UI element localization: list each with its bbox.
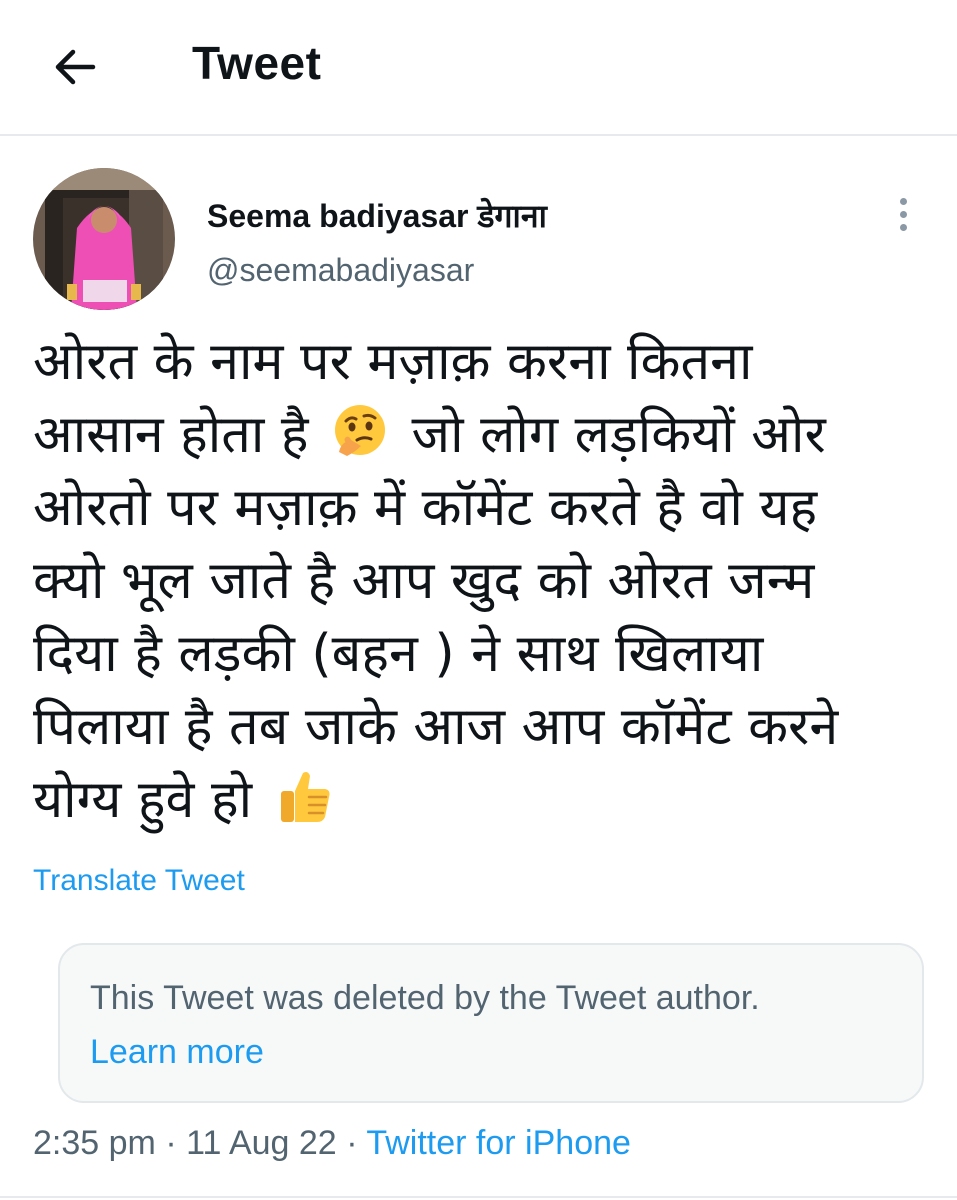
translate-tweet-link[interactable]: Translate Tweet [33,864,245,898]
deleted-quoted-tweet: This Tweet was deleted by the Tweet auth… [58,943,924,1103]
author-display-name[interactable]: Seema badiyasar डेगाना [207,194,547,237]
tweet-text-line: आसान होता है जो लोग लड़कियों ओर [33,399,933,472]
tweet-text-line: पिलाया है तब जाके आज आप कॉमेंट करने [33,697,839,757]
tweet-date[interactable]: 11 Aug 22 [186,1124,337,1162]
thumbs-up-emoji [280,772,330,822]
back-button[interactable] [44,36,106,98]
tweet-text-line: ओरत के नाम पर मज़ाक़ करना कितना [33,332,753,392]
tweet-source-link[interactable]: Twitter for iPhone [366,1124,631,1162]
top-bar: Tweet [0,0,957,136]
more-options-button[interactable] [880,186,926,242]
meta-separator: · [165,1124,177,1162]
avatar[interactable] [33,168,175,310]
tweet-text-line: ओरतो पर मज़ाक़ में कॉमेंट करते है वो यह [33,478,818,538]
tweet-metadata: 2:35 pm · 11 Aug 22 · Twitter for iPhone [33,1124,631,1163]
tweet-text-line: क्यो भूल जाते है आप खुद को ओरत जन्म [33,551,815,611]
thinking-face-emoji [335,405,386,456]
learn-more-link[interactable]: Learn more [90,1033,264,1072]
page-title: Tweet [192,37,322,89]
divider [0,1196,957,1198]
tweet-time[interactable]: 2:35 pm [33,1124,156,1162]
author-handle[interactable]: @seemabadiyasar [207,252,474,289]
tweet-text-line: योग्य हुवे हो [33,764,933,837]
tweet-text: ओरत के नाम पर मज़ाक़ करना कितना आसान होत… [33,326,933,837]
tweet-text-line: दिया है लड़की (बहन ) ने साथ खिलाया [33,624,764,684]
meta-separator: · [346,1124,358,1162]
arrow-left-icon [55,49,96,85]
deleted-tweet-message: This Tweet was deleted by the Tweet auth… [90,979,760,1017]
more-vertical-icon [899,197,907,205]
